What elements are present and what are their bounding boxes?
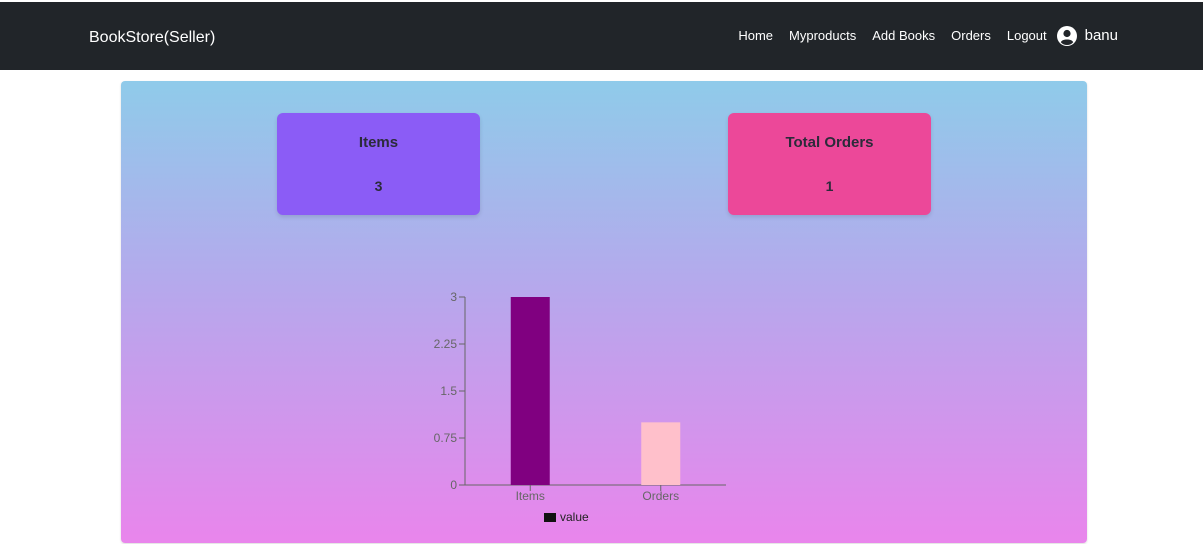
- legend-label: value: [560, 510, 589, 524]
- chart-legend: value: [544, 510, 589, 524]
- y-tick-label: 0.75: [434, 431, 458, 445]
- nav-link-add-books[interactable]: Add Books: [872, 26, 935, 46]
- y-tick-label: 2.25: [434, 337, 458, 351]
- items-card-label: Items: [358, 134, 399, 151]
- bar-chart: 0 0.75 1.5 2.25 3 Items Orders: [434, 290, 726, 503]
- dashboard-panel: Items 3 Total Orders 1 0 0.75 1.5 2.25 3 Item…: [121, 81, 1087, 543]
- orders-card-label: Total Orders: [785, 134, 874, 151]
- nav-links: Home Myproducts Add Books Orders Logout …: [722, 26, 1118, 46]
- y-tick-label: 1.5: [440, 384, 457, 398]
- orders-card-value: 1: [825, 178, 834, 194]
- orders-card: Total Orders 1: [728, 113, 931, 215]
- nav-link-orders[interactable]: Orders: [951, 26, 991, 46]
- legend-swatch: [544, 512, 556, 522]
- items-card-value: 3: [374, 178, 383, 194]
- nav-link-home[interactable]: Home: [738, 26, 773, 46]
- items-card: Items 3: [277, 113, 480, 215]
- y-tick-label: 3: [450, 290, 457, 304]
- y-tick-label: 0: [450, 478, 457, 492]
- bar-orders: [641, 422, 681, 485]
- top-navbar: BookStore(Seller) Home Myproducts Add Bo…: [0, 2, 1203, 70]
- x-tick-label: Orders: [642, 489, 679, 503]
- user-name[interactable]: banu: [1085, 26, 1118, 46]
- user-circle-icon[interactable]: [1056, 26, 1077, 46]
- x-tick-label: Items: [516, 489, 545, 503]
- nav-link-myproducts[interactable]: Myproducts: [789, 26, 856, 46]
- nav-link-logout[interactable]: Logout: [1007, 26, 1047, 46]
- bar-items: [510, 297, 550, 485]
- brand-title[interactable]: BookStore(Seller): [89, 28, 215, 48]
